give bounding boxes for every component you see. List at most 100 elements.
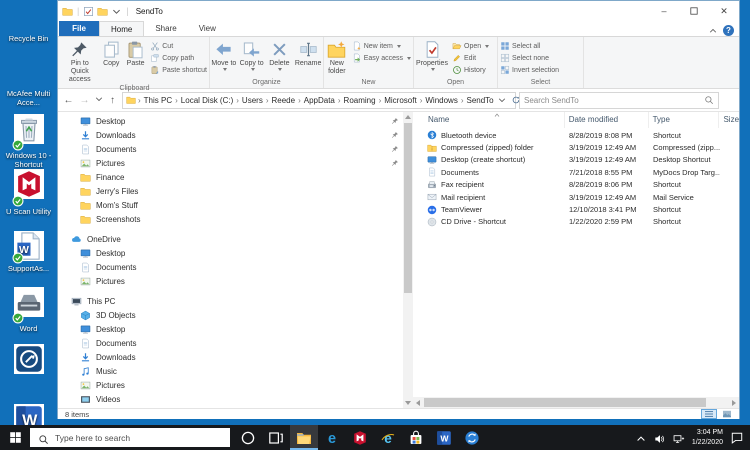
taskbar-search-box[interactable]	[30, 428, 230, 447]
copy-path-button[interactable]: Copy path	[148, 52, 209, 64]
breadcrumb-reede[interactable]: Reede	[269, 96, 297, 105]
nav-item-desktop[interactable]: Desktop	[58, 246, 403, 260]
breadcrumb-sendto[interactable]: SendTo	[464, 96, 495, 105]
move-to-button[interactable]: Move to	[210, 39, 238, 72]
scroll-thumb[interactable]	[424, 398, 706, 407]
nav-item-this-pc[interactable]: This PC	[58, 294, 403, 308]
edit-button[interactable]: Edit	[450, 52, 491, 64]
desktop-icon-supportas[interactable]: SupportAs...	[0, 233, 57, 274]
rename-button[interactable]: Rename	[293, 39, 323, 69]
nav-item-finance[interactable]: Finance	[58, 170, 403, 184]
properties-button[interactable]: Properties	[414, 39, 450, 72]
desktop-icon-mcafee-multi-acce[interactable]: McAfee Multi Acce...	[0, 58, 57, 107]
nav-item-downloads[interactable]: Downloads	[58, 350, 403, 364]
back-button[interactable]: ←	[62, 95, 75, 106]
nav-item-music[interactable]: Music	[58, 364, 403, 378]
address-dropdown-chevron-icon[interactable]	[497, 95, 507, 105]
nav-item-3d-objects[interactable]: 3D Objects	[58, 308, 403, 322]
help-icon[interactable]: ?	[723, 25, 734, 36]
easy-access-button[interactable]: Easy access	[350, 52, 413, 64]
taskbar-icon-file-explorer[interactable]	[290, 425, 318, 450]
desktop-icon-word[interactable]: WWord	[0, 293, 57, 334]
volume-icon[interactable]	[654, 432, 666, 444]
tab-file[interactable]: File	[59, 21, 99, 36]
file-row-fax-recipient[interactable]: Fax recipient8/28/2019 8:06 PMShortcut	[413, 179, 739, 191]
tab-share[interactable]: Share	[144, 21, 187, 36]
column-header-type[interactable]: Type	[649, 112, 720, 128]
forward-button[interactable]: →	[78, 95, 91, 106]
tab-view[interactable]: View	[188, 21, 227, 36]
desktop-icon-u-scan-utility[interactable]: U Scan Utility	[0, 176, 57, 217]
file-row-bluetooth-device[interactable]: Bluetooth device8/28/2019 8:08 PMShortcu…	[413, 129, 739, 141]
nav-item-documents[interactable]: Documents	[58, 260, 403, 274]
open-button[interactable]: Open	[450, 40, 491, 52]
maximize-button[interactable]	[679, 1, 709, 21]
new-folder-button[interactable]: New folder	[324, 39, 350, 77]
desktop-icon-recycle-bin[interactable]: Recycle Bin	[0, 3, 57, 44]
cut-button[interactable]: Cut	[148, 40, 209, 52]
paste-shortcut-button[interactable]: Paste shortcut	[148, 64, 209, 76]
nav-item-jerry-s-files[interactable]: Jerry's Files	[58, 184, 403, 198]
nav-item-documents[interactable]: Documents	[58, 336, 403, 350]
nav-item-desktop[interactable]: Desktop	[58, 322, 403, 336]
new-item-button[interactable]: New item	[350, 40, 413, 52]
taskbar-icon-cortana[interactable]	[234, 425, 262, 450]
start-button[interactable]	[0, 425, 30, 450]
nav-scrollbar[interactable]	[403, 112, 413, 408]
nav-item-pictures[interactable]: Pictures	[58, 156, 403, 170]
history-button[interactable]: History	[450, 64, 491, 76]
column-header-size[interactable]: Size	[719, 112, 739, 128]
taskbar-icon-internet-explorer[interactable]: e	[374, 425, 402, 450]
scroll-right-arrow[interactable]	[729, 397, 739, 408]
nav-item-downloads[interactable]: Downloads	[58, 128, 403, 142]
desktop-icon-windows-10-shortcut[interactable]: WWindows 10 - Shortcut	[0, 120, 57, 169]
file-row-documents[interactable]: Documents7/21/2018 8:55 PMMyDocs Drop Ta…	[413, 166, 739, 178]
large-icons-view-button[interactable]	[719, 409, 735, 419]
title-bar[interactable]: | | SendTo – ✕	[58, 1, 739, 21]
paste-button[interactable]: Paste	[123, 39, 148, 69]
copy-button[interactable]: Copy	[100, 39, 123, 69]
select-none-button[interactable]: Select none	[498, 52, 561, 64]
tab-home[interactable]: Home	[99, 21, 144, 36]
nav-item-screenshots[interactable]: Screenshots	[58, 212, 403, 226]
breadcrumb-microsoft[interactable]: Microsoft	[382, 96, 418, 105]
invert-selection-button[interactable]: Invert selection	[498, 64, 561, 76]
file-row-desktop-create-shortcut[interactable]: Desktop (create shortcut)3/19/2019 12:49…	[413, 154, 739, 166]
breadcrumb-windows[interactable]: Windows	[423, 96, 459, 105]
breadcrumb-users[interactable]: Users	[240, 96, 265, 105]
nav-item-pictures[interactable]: Pictures	[58, 274, 403, 288]
nav-item-pictures[interactable]: Pictures	[58, 378, 403, 392]
file-row-mail-recipient[interactable]: Mail recipient3/19/2019 12:49 AMMail Ser…	[413, 191, 739, 203]
nav-item-documents[interactable]: Documents	[58, 142, 403, 156]
address-bar[interactable]: ›This PC›Local Disk (C:)›Users›Reede›App…	[122, 92, 516, 109]
breadcrumb-roaming[interactable]: Roaming	[342, 96, 378, 105]
search-input[interactable]	[524, 96, 704, 105]
show-hidden-icons-chevron-icon[interactable]	[635, 432, 647, 444]
details-view-button[interactable]	[701, 409, 717, 419]
taskbar-clock[interactable]: 3:04 PM 1/22/2020	[692, 428, 723, 446]
file-row-cd-drive-shortcut[interactable]: CD Drive - Shortcut1/22/2020 2:59 PMShor…	[413, 216, 739, 228]
column-header-name[interactable]: Name	[413, 112, 565, 128]
taskbar-icon-sync-app[interactable]	[458, 425, 486, 450]
taskbar-icon-microsoft-store[interactable]	[402, 425, 430, 450]
breadcrumb-local-disk-c[interactable]: Local Disk (C:)	[179, 96, 235, 105]
nav-item-mom-s-stuff[interactable]: Mom's Stuff	[58, 198, 403, 212]
copy-to-button[interactable]: Copy to	[238, 39, 266, 72]
scroll-up-arrow[interactable]	[403, 112, 413, 122]
taskbar-search-input[interactable]	[55, 433, 230, 443]
qat-customize-chevron-icon[interactable]	[111, 6, 122, 17]
select-all-button[interactable]: Select all	[498, 40, 561, 52]
scroll-left-arrow[interactable]	[413, 397, 423, 408]
breadcrumb-appdata[interactable]: AppData	[302, 96, 337, 105]
taskbar-icon-task-view[interactable]	[262, 425, 290, 450]
taskbar-icon-edge[interactable]: e	[318, 425, 346, 450]
network-icon[interactable]	[673, 432, 685, 444]
minimize-button[interactable]: –	[649, 1, 679, 21]
taskbar-icon-word[interactable]: W	[430, 425, 458, 450]
scroll-thumb[interactable]	[404, 123, 412, 293]
scroll-down-arrow[interactable]	[403, 398, 413, 408]
nav-item-videos[interactable]: Videos	[58, 392, 403, 406]
minimize-ribbon-icon[interactable]	[708, 26, 718, 36]
taskbar-icon-mcafee[interactable]	[346, 425, 374, 450]
qat-new-folder-icon[interactable]	[97, 6, 108, 17]
